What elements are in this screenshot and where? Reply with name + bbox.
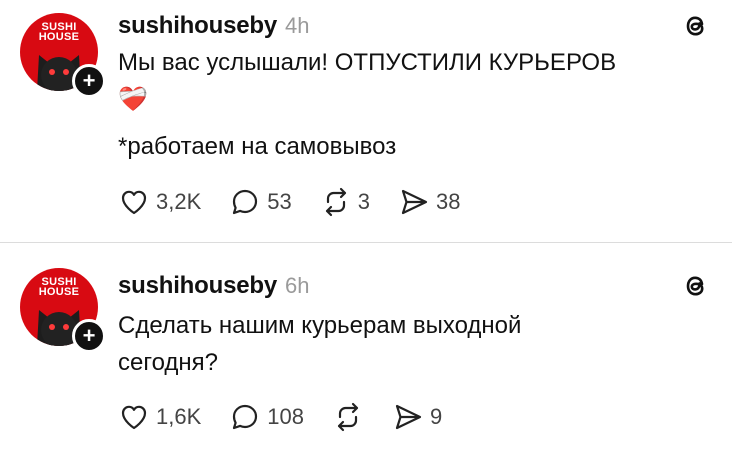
- avatar-brand-text: SUSHI HOUSE: [38, 21, 80, 43]
- threads-icon[interactable]: [680, 10, 712, 42]
- comment-icon: [233, 404, 258, 430]
- repost-button[interactable]: 3: [320, 186, 370, 218]
- heart-icon: [121, 405, 147, 430]
- plus-icon: +: [82, 68, 96, 93]
- like-count: 3,2K: [156, 189, 202, 214]
- timestamp: 6h: [284, 273, 310, 298]
- share-count: 38: [436, 189, 461, 214]
- like-count: 1,6K: [156, 404, 202, 429]
- divider: [0, 242, 732, 243]
- share-count: 9: [429, 404, 443, 429]
- like-button[interactable]: 1,6K: [118, 401, 201, 433]
- post-text-line: *работаем на самовывоз: [118, 133, 397, 160]
- timestamp: 4h: [284, 13, 310, 38]
- repost-count: 3: [357, 189, 370, 214]
- username[interactable]: sushihouseby: [118, 12, 277, 40]
- post[interactable]: SUSHI HOUSE + sushihouseby 6h Сделать на…: [0, 244, 732, 459]
- comment-count: 108: [267, 404, 304, 429]
- repost-icon: [337, 402, 359, 432]
- post[interactable]: SUSHI HOUSE + sushihouseby 4h Мы вас усл…: [0, 0, 732, 243]
- repost-button[interactable]: [332, 401, 364, 433]
- post-text-line: Сделать нашим курьерам выходной: [118, 312, 522, 339]
- heart-icon: [121, 190, 147, 215]
- avatar[interactable]: SUSHI HOUSE +: [20, 13, 106, 98]
- post-text-line: сегодня?: [118, 349, 218, 376]
- username[interactable]: sushihouseby: [118, 272, 277, 300]
- comment-icon: [233, 189, 258, 215]
- avatar-brand-text: SUSHI HOUSE: [38, 276, 80, 298]
- share-icon: [401, 189, 428, 215]
- comment-button[interactable]: 53: [229, 186, 292, 218]
- threads-icon[interactable]: [680, 270, 712, 302]
- like-button[interactable]: 3,2K: [118, 186, 201, 218]
- comment-button[interactable]: 108: [229, 401, 304, 433]
- share-button[interactable]: 9: [392, 401, 442, 433]
- follow-plus-button[interactable]: +: [72, 64, 106, 98]
- follow-plus-button[interactable]: +: [72, 319, 106, 353]
- comment-count: 53: [267, 189, 292, 214]
- share-icon: [395, 404, 422, 430]
- share-button[interactable]: 38: [398, 186, 460, 218]
- repost-icon: [325, 187, 346, 217]
- plus-icon: +: [82, 323, 96, 348]
- post-text-line: Мы вас услышали! ОТПУСТИЛИ КУРЬЕРОВ: [118, 49, 617, 76]
- heart-emoji: ❤️‍🩹: [118, 86, 148, 113]
- avatar[interactable]: SUSHI HOUSE +: [20, 268, 106, 353]
